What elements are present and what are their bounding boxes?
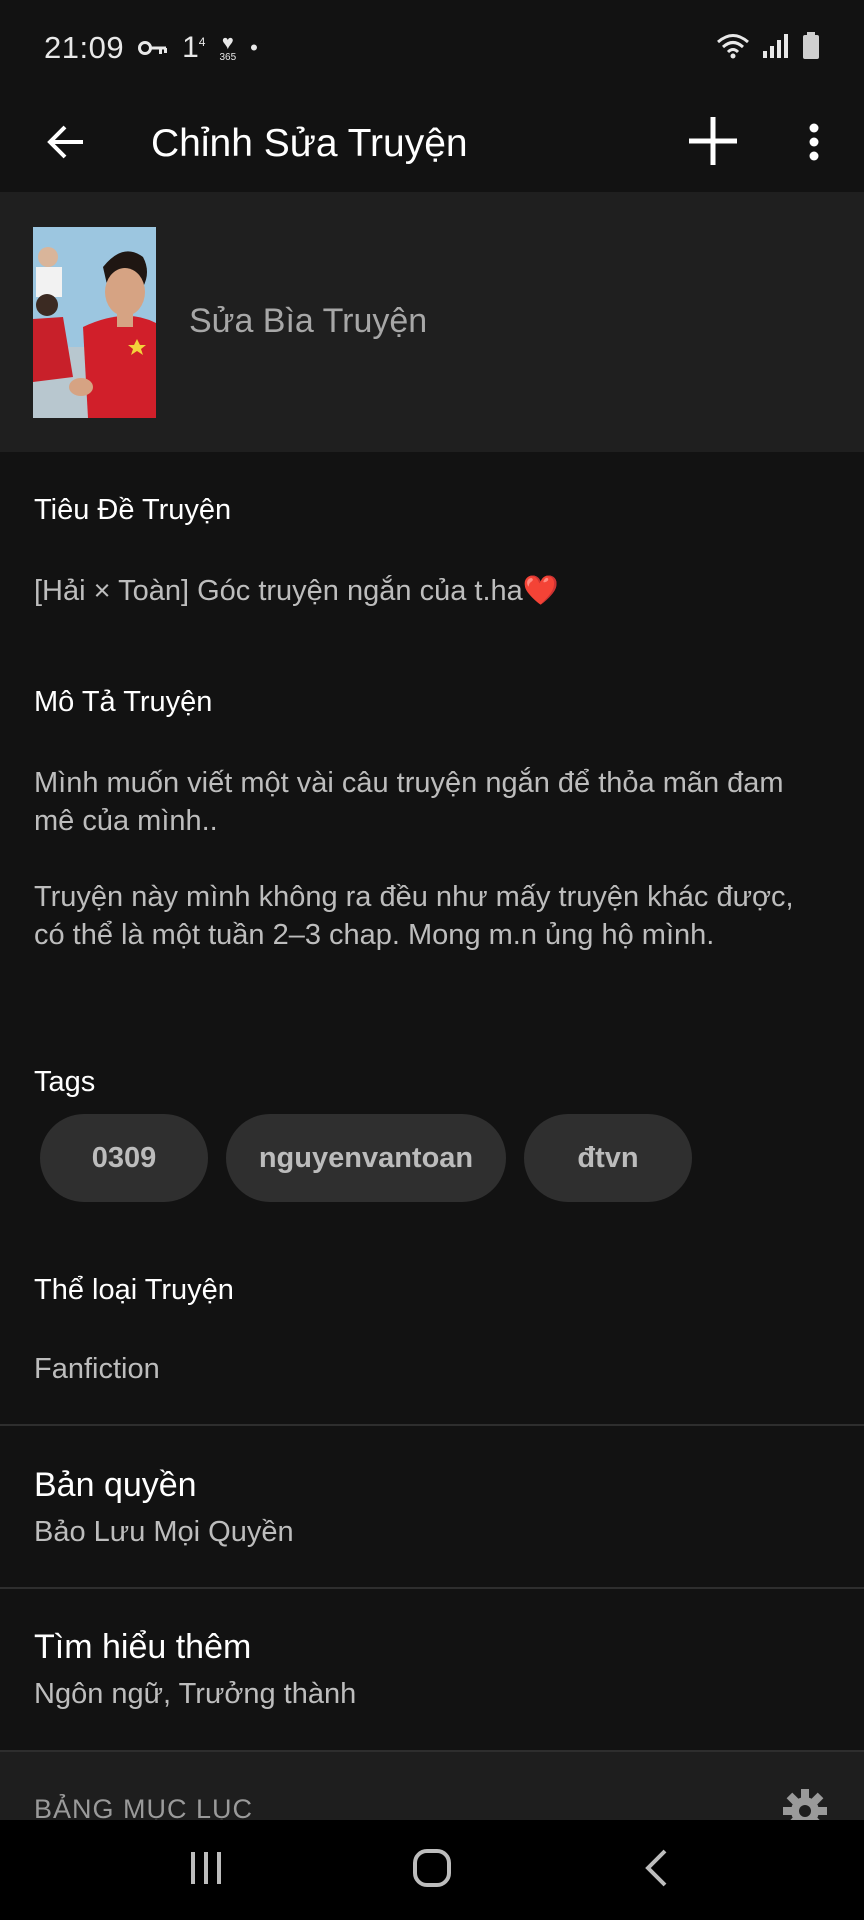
genre-label: Thể loại Truyện: [34, 1274, 234, 1306]
nav-back-button[interactable]: [616, 1840, 696, 1900]
clock: 21:09: [44, 30, 125, 65]
learn-more-title: Tìm hiểu thêm: [34, 1628, 252, 1666]
home-button[interactable]: [392, 1840, 472, 1900]
tag-chip[interactable]: đtvn: [524, 1114, 692, 1202]
app-bar: Chỉnh Sửa Truyện: [0, 96, 864, 192]
back-button[interactable]: [38, 116, 94, 172]
signal-icon: [762, 33, 790, 64]
description-label: Mô Tả Truyện: [34, 686, 213, 718]
more-vert-icon: [809, 123, 819, 166]
wifi-icon: [716, 33, 750, 64]
description-paragraph: Truyện này mình không ra đều như mấy tru…: [34, 881, 794, 951]
toc-label: BẢNG MỤC LỤC: [34, 1794, 254, 1820]
recents-button[interactable]: [166, 1840, 246, 1900]
notification-count: 14: [182, 31, 206, 64]
edit-cover-row[interactable]: Sửa Bìa Truyện: [0, 192, 864, 452]
divider: [0, 1587, 864, 1589]
description-paragraph: Mình muốn viết một vài câu truyện ngắn đ…: [34, 767, 784, 837]
battery-icon: [802, 31, 820, 65]
tag-chip[interactable]: nguyenvantoan: [226, 1114, 506, 1202]
story-title-label: Tiêu Đề Truyện: [34, 494, 232, 526]
copyright-value: Bảo Lưu Mọi Quyền: [34, 1516, 294, 1548]
genre-value[interactable]: Fanfiction: [34, 1350, 160, 1388]
arrow-left-icon: [46, 124, 86, 165]
story-title-field[interactable]: [Hải × Toàn] Góc truyện ngắn của t.ha❤️: [34, 572, 559, 610]
home-icon: [412, 1848, 452, 1893]
heart-365-icon: ♥ 365: [219, 32, 237, 63]
description-field[interactable]: Mình muốn viết một vài câu truyện ngắn đ…: [34, 764, 814, 954]
key-icon: [138, 32, 168, 64]
status-bar: 21:09 14 ♥ 365 •: [0, 0, 864, 96]
more-options-button[interactable]: [790, 114, 838, 174]
tag-chip[interactable]: 0309: [40, 1114, 208, 1202]
copyright-title: Bản quyền: [34, 1466, 197, 1504]
divider: [0, 1424, 864, 1426]
gear-icon[interactable]: [782, 1788, 828, 1820]
edit-cover-label: Sửa Bìa Truyện: [189, 302, 428, 340]
add-chapter-button[interactable]: [680, 110, 746, 176]
table-of-contents-header: BẢNG MỤC LỤC: [0, 1752, 864, 1820]
system-nav-bar: [0, 1820, 864, 1920]
plus-icon: [687, 115, 739, 172]
tags-label: Tags: [34, 1066, 96, 1098]
cover-image[interactable]: [33, 227, 156, 418]
page-title: Chỉnh Sửa Truyện: [151, 122, 468, 165]
notification-dot: •: [250, 35, 258, 60]
recents-icon: [188, 1850, 224, 1891]
learn-more-value: Ngôn ngữ, Trưởng thành: [34, 1678, 357, 1710]
back-chevron-icon: [643, 1848, 669, 1893]
